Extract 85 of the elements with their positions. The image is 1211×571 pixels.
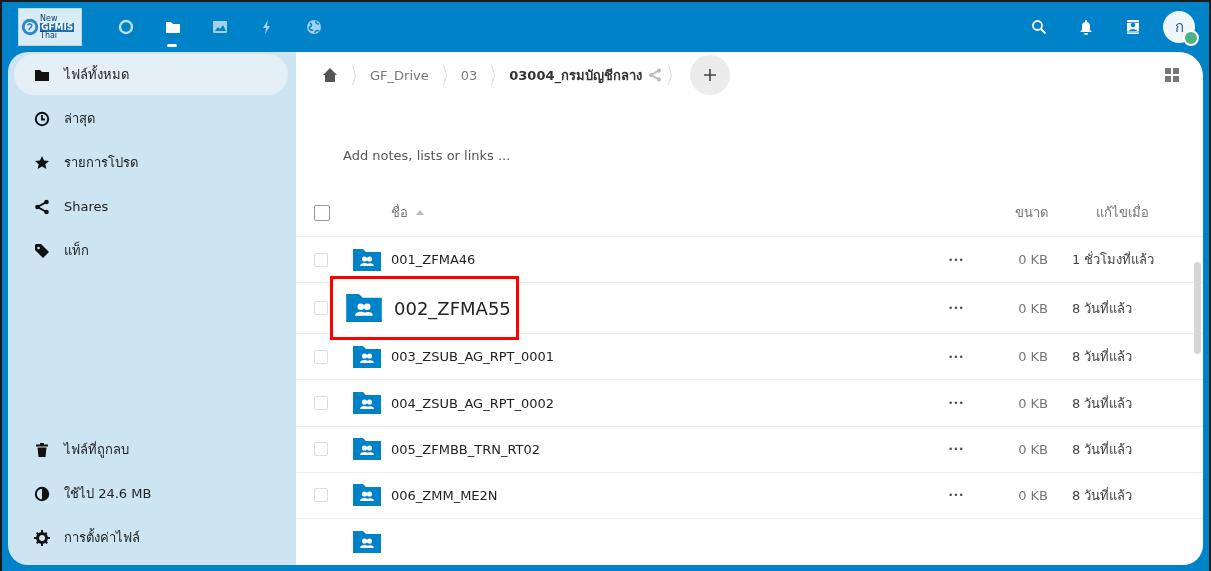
file-size: 0 KB [1017, 300, 1048, 316]
file-size: 0 KB [1017, 487, 1048, 503]
sidebar-label: การตั้งค่าไฟล์ [64, 527, 140, 547]
logo-text: GFMIS [40, 22, 75, 32]
shared-folder-icon [353, 248, 381, 271]
trash-icon [34, 441, 50, 458]
file-name[interactable]: 004_ZSUB_AG_RPT_0002 [391, 395, 555, 411]
share-icon [648, 68, 662, 82]
row-checkbox[interactable] [314, 301, 328, 316]
sidebar-label: Shares [64, 199, 109, 214]
image-icon [211, 19, 228, 35]
file-name[interactable]: 005_ZFMBB_TRN_RT02 [391, 441, 541, 457]
more-actions-button[interactable]: ••• [948, 490, 964, 501]
shared-folder-icon [353, 484, 381, 507]
more-actions-button[interactable]: ••• [948, 254, 964, 265]
home-icon [322, 67, 338, 83]
sidebar-item[interactable]: ไฟล์ทั้งหมด [14, 54, 288, 95]
sidebar-label: ล่าสุด [64, 110, 95, 129]
sidebar-item[interactable]: รายการโปรด [14, 142, 288, 183]
search-icon [1030, 19, 1047, 35]
sort-up-icon [416, 210, 424, 216]
gear-icon [34, 529, 50, 546]
modified-time: 8 วันที่แล้ว [1072, 394, 1134, 413]
file-name[interactable]: 003_ZSUB_AG_RPT_0001 [391, 349, 555, 365]
file-size: 0 KB [1017, 395, 1048, 411]
modified-time: 8 วันที่แล้ว [1072, 440, 1134, 459]
shared-folder-icon [346, 294, 382, 323]
contact-card-icon [1124, 19, 1141, 35]
shared-folder-icon [353, 530, 381, 553]
tag-icon [34, 242, 50, 259]
more-actions-button[interactable]: ••• [948, 351, 964, 362]
dashboard-circle-icon [117, 19, 134, 35]
modified-time: 1 ชั่วโมงที่แล้ว [1072, 250, 1156, 270]
sidebar-item[interactable]: ล่าสุด [14, 98, 288, 139]
star-icon [34, 154, 50, 171]
sidebar-item[interactable]: ไฟล์ที่ถูกลบ [14, 429, 288, 470]
modified-time: 8 วันที่แล้ว [1072, 299, 1134, 318]
breadcrumb[interactable]: 03004_กรมบัญชีกลาง [497, 53, 648, 97]
more-actions-button[interactable]: ••• [948, 303, 964, 314]
file-size: 0 KB [1017, 252, 1048, 268]
file-name[interactable]: 002_ZFMA55 [394, 297, 511, 319]
clock-icon [34, 110, 50, 127]
breadcrumb[interactable]: GF_Drive [358, 53, 441, 97]
shared-folder-icon [353, 438, 381, 461]
sidebar-label: รายการโปรด [64, 154, 138, 172]
sidebar-item[interactable]: แท็ก [14, 230, 288, 271]
logo-text: Thai [40, 31, 59, 40]
grid-icon [1165, 68, 1179, 82]
sidebar-item[interactable]: ใช้ไป 24.6 MB [14, 473, 288, 514]
row-checkbox[interactable] [314, 442, 328, 457]
pie-icon [34, 485, 50, 502]
new-button[interactable] [690, 55, 730, 95]
sidebar-item[interactable]: การตั้งค่าไฟล์ [14, 517, 288, 558]
more-actions-button[interactable]: ••• [948, 444, 964, 455]
modified-time: 8 วันที่แล้ว [1072, 486, 1134, 505]
sidebar-label: แท็ก [64, 240, 89, 260]
sidebar-label: ใช้ไป 24.6 MB [64, 485, 152, 503]
globe-icon [305, 19, 322, 35]
app-logo[interactable]: New GFMIS Thai [18, 8, 82, 46]
scrollbar[interactable] [1194, 262, 1201, 354]
sidebar-item[interactable]: Shares [14, 186, 288, 227]
sidebar-label: ไฟล์ทั้งหมด [64, 64, 129, 84]
grid-view-button[interactable] [1165, 68, 1179, 82]
column-header[interactable]: แก้ไขเมื่อ [1072, 202, 1177, 224]
logo-text: New [40, 14, 59, 23]
file-size: 0 KB [1017, 349, 1048, 365]
share-icon [34, 198, 50, 215]
shared-folder-icon [353, 345, 381, 368]
row-checkbox[interactable] [314, 396, 328, 410]
row-checkbox[interactable] [314, 252, 328, 267]
file-size: 0 KB [1017, 441, 1048, 457]
breadcrumb[interactable]: 03 [448, 53, 490, 97]
column-header[interactable]: ขนาด [988, 202, 1048, 224]
select-all-checkbox[interactable] [314, 204, 330, 221]
row-checkbox[interactable] [314, 488, 328, 503]
shared-folder-icon [353, 392, 381, 414]
plus-icon [703, 68, 717, 82]
column-header[interactable]: ชื่อ [391, 202, 408, 224]
row-checkbox[interactable] [314, 349, 328, 364]
folder-icon [164, 19, 181, 35]
file-name[interactable]: 001_ZFMA46 [391, 252, 476, 268]
modified-time: 8 วันที่แล้ว [1072, 347, 1134, 367]
file-name[interactable]: 006_ZMM_ME2N [391, 487, 498, 503]
more-actions-button[interactable]: ••• [948, 398, 964, 408]
sidebar-label: ไฟล์ที่ถูกลบ [64, 440, 129, 460]
